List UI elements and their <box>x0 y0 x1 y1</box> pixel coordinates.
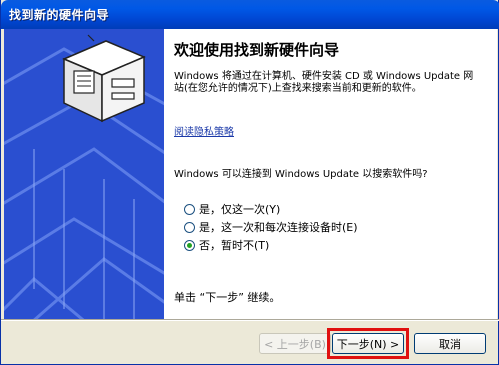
option-yes-always-label: 是，这一次和每次连接设备时(E) <box>199 221 358 234</box>
radio-no[interactable] <box>184 239 195 251</box>
divider <box>1 319 499 321</box>
wizard-heading: 欢迎使用找到新硬件向导 <box>174 41 340 59</box>
connect-question: Windows 可以连接到 Windows Update 以搜索软件吗? <box>174 169 428 180</box>
cancel-button[interactable]: 取消 <box>414 333 486 354</box>
hardware-illustration-icon <box>4 29 164 319</box>
privacy-policy-link[interactable]: 阅读隐私策略 <box>174 123 234 138</box>
window-title: 找到新的硬件向导 <box>9 8 110 22</box>
wizard-description: Windows 将通过在计算机、硬件安装 CD 或 Windows Update… <box>174 71 474 94</box>
wizard-window: 找到新的硬件向导 欢迎使用找到新硬件向导 Windows 将通过在计算机、硬件安… <box>0 0 499 365</box>
option-yes-once[interactable]: 是，仅这一次(Y) <box>184 200 358 218</box>
title-bar[interactable]: 找到新的硬件向导 <box>1 0 499 29</box>
radio-yes-once[interactable] <box>184 203 195 215</box>
option-no[interactable]: 否，暂时不(T) <box>184 236 358 254</box>
back-button[interactable]: < 上一步(B) <box>259 333 331 354</box>
radio-yes-always[interactable] <box>184 221 195 233</box>
continue-instruction: 单击 “下一步” 继续。 <box>174 291 281 304</box>
wizard-content: 欢迎使用找到新硬件向导 Windows 将通过在计算机、硬件安装 CD 或 Wi… <box>164 29 497 319</box>
wizard-side-graphic <box>4 29 164 319</box>
connection-options: 是，仅这一次(Y) 是，这一次和每次连接设备时(E) 否，暂时不(T) <box>184 200 358 254</box>
option-yes-always[interactable]: 是，这一次和每次连接设备时(E) <box>184 218 358 236</box>
option-yes-once-label: 是，仅这一次(Y) <box>199 203 281 216</box>
option-no-label: 否，暂时不(T) <box>199 239 270 252</box>
next-button-highlight <box>327 328 409 359</box>
